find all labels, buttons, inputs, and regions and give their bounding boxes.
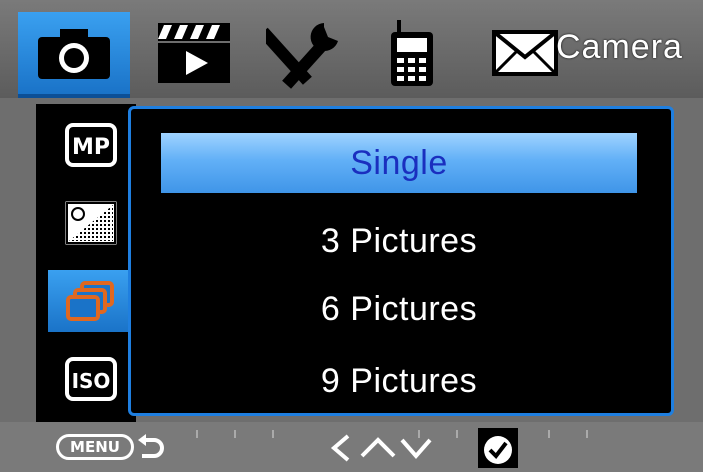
iso-icon: ISO [65,357,117,401]
option-single[interactable]: Single [161,133,637,193]
top-tab-bar: Camera [0,0,703,98]
tab-message[interactable] [488,12,562,94]
menu-button[interactable]: MENU [56,434,134,460]
sidebar-item-label: MP [72,135,110,160]
burst-icon [66,281,114,321]
option-3-pictures[interactable]: 3 Pictures [161,211,637,271]
tools-icon [266,23,338,89]
camera-menu-screen: Camera MP ISO Single 3 Pictures 6 Pictur… [0,0,703,472]
burst-options-panel: Single 3 Pictures 6 Pictures 9 Pictures [128,106,674,416]
tab-cellular[interactable] [374,12,450,94]
option-9-pictures[interactable]: 9 Pictures [161,351,637,411]
envelope-icon [492,30,558,76]
tab-camera[interactable] [18,12,130,98]
camera-icon [38,29,110,79]
page-title: Camera [556,28,683,66]
phone-icon [391,20,433,86]
exposure-icon [65,201,117,245]
tab-settings[interactable] [258,12,358,94]
settings-sidebar: MP ISO [36,104,136,422]
megapixel-icon: MP [65,123,117,167]
sidebar-item-label: ISO [72,369,111,393]
clapperboard-icon [158,23,230,83]
sidebar-item-iso[interactable]: ISO [48,348,134,410]
sidebar-item-megapixel[interactable]: MP [48,114,134,176]
sidebar-item-burst[interactable] [48,270,134,332]
confirm-check-icon [478,428,518,468]
tab-video[interactable] [148,12,240,94]
option-6-pictures[interactable]: 6 Pictures [161,279,637,339]
sidebar-item-exposure[interactable] [48,192,134,254]
back-arrow-icon [138,434,164,458]
navigate-arrows-icon [330,434,432,462]
